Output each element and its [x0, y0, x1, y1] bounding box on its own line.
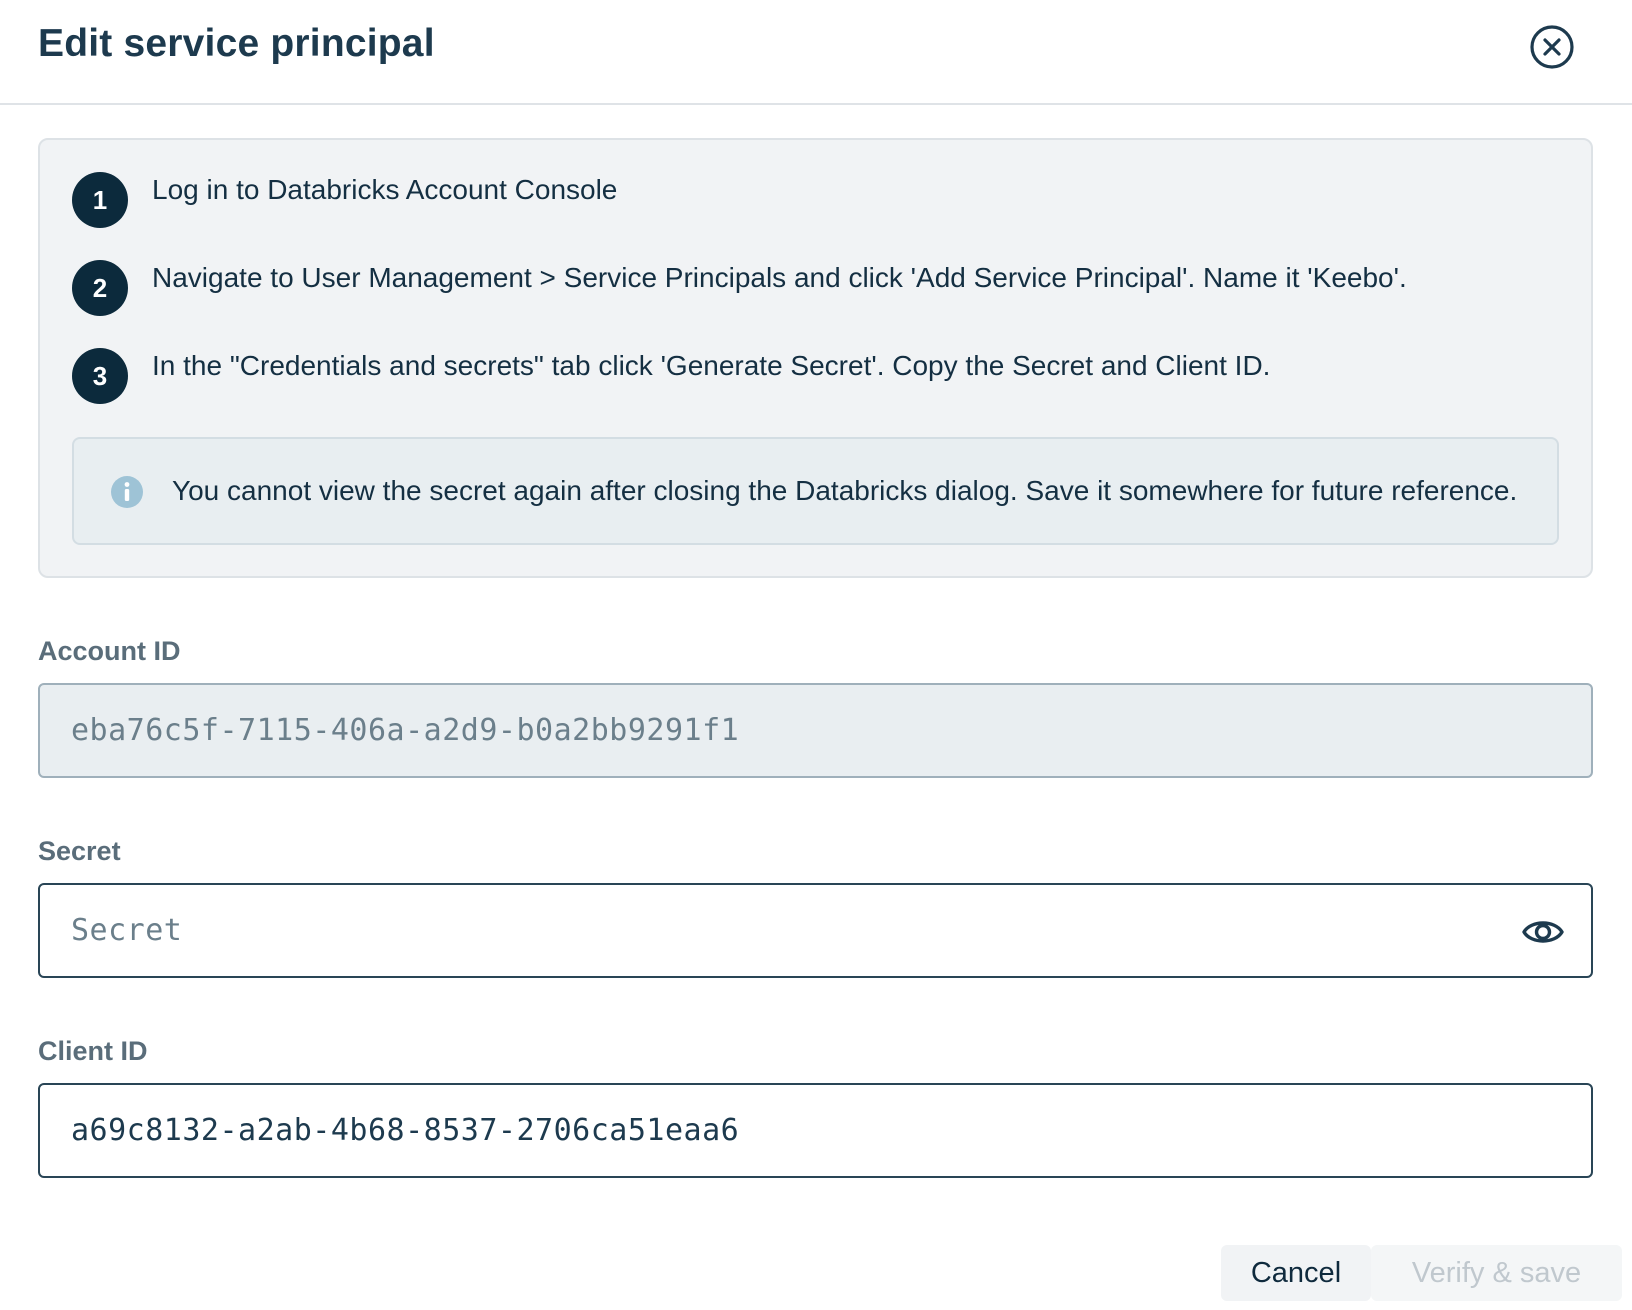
account-id-field — [38, 683, 1593, 778]
info-text: You cannot view the secret again after c… — [172, 475, 1518, 506]
cancel-button[interactable]: Cancel — [1221, 1245, 1371, 1301]
step-number-badge: 3 — [72, 348, 128, 404]
dialog-title: Edit service principal — [38, 22, 435, 65]
verify-save-button[interactable]: Verify & save — [1371, 1245, 1622, 1301]
secret-label: Secret — [38, 836, 121, 866]
client-id-field[interactable] — [38, 1083, 1593, 1178]
client-id-label: Client ID — [38, 1036, 148, 1066]
step-2: 2 Navigate to User Management > Service … — [72, 260, 1407, 316]
secret-input[interactable] — [40, 885, 1591, 976]
step-text: In the "Credentials and secrets" tab cli… — [152, 350, 1271, 381]
step-number-badge: 2 — [72, 260, 128, 316]
account-id-label: Account ID — [38, 636, 181, 666]
step-text: Navigate to User Management > Service Pr… — [152, 262, 1407, 293]
edit-service-principal-dialog: Edit service principal 1 Log in to Datab… — [0, 0, 1632, 1310]
dialog-header: Edit service principal — [0, 0, 1632, 105]
step-number-badge: 1 — [72, 172, 128, 228]
secret-field[interactable] — [38, 883, 1593, 978]
close-button[interactable] — [1529, 24, 1575, 70]
account-id-input — [40, 685, 1591, 776]
eye-icon — [1522, 921, 1564, 943]
info-notice: You cannot view the secret again after c… — [72, 437, 1559, 545]
info-icon — [111, 476, 143, 508]
close-circle-icon — [1530, 25, 1574, 69]
instructions-panel: 1 Log in to Databricks Account Console 2… — [38, 138, 1593, 578]
toggle-visibility-button[interactable] — [1521, 912, 1565, 952]
client-id-input[interactable] — [40, 1085, 1591, 1176]
step-text: Log in to Databricks Account Console — [152, 174, 618, 205]
step-3: 3 In the "Credentials and secrets" tab c… — [72, 348, 1270, 404]
step-1: 1 Log in to Databricks Account Console — [72, 172, 617, 228]
